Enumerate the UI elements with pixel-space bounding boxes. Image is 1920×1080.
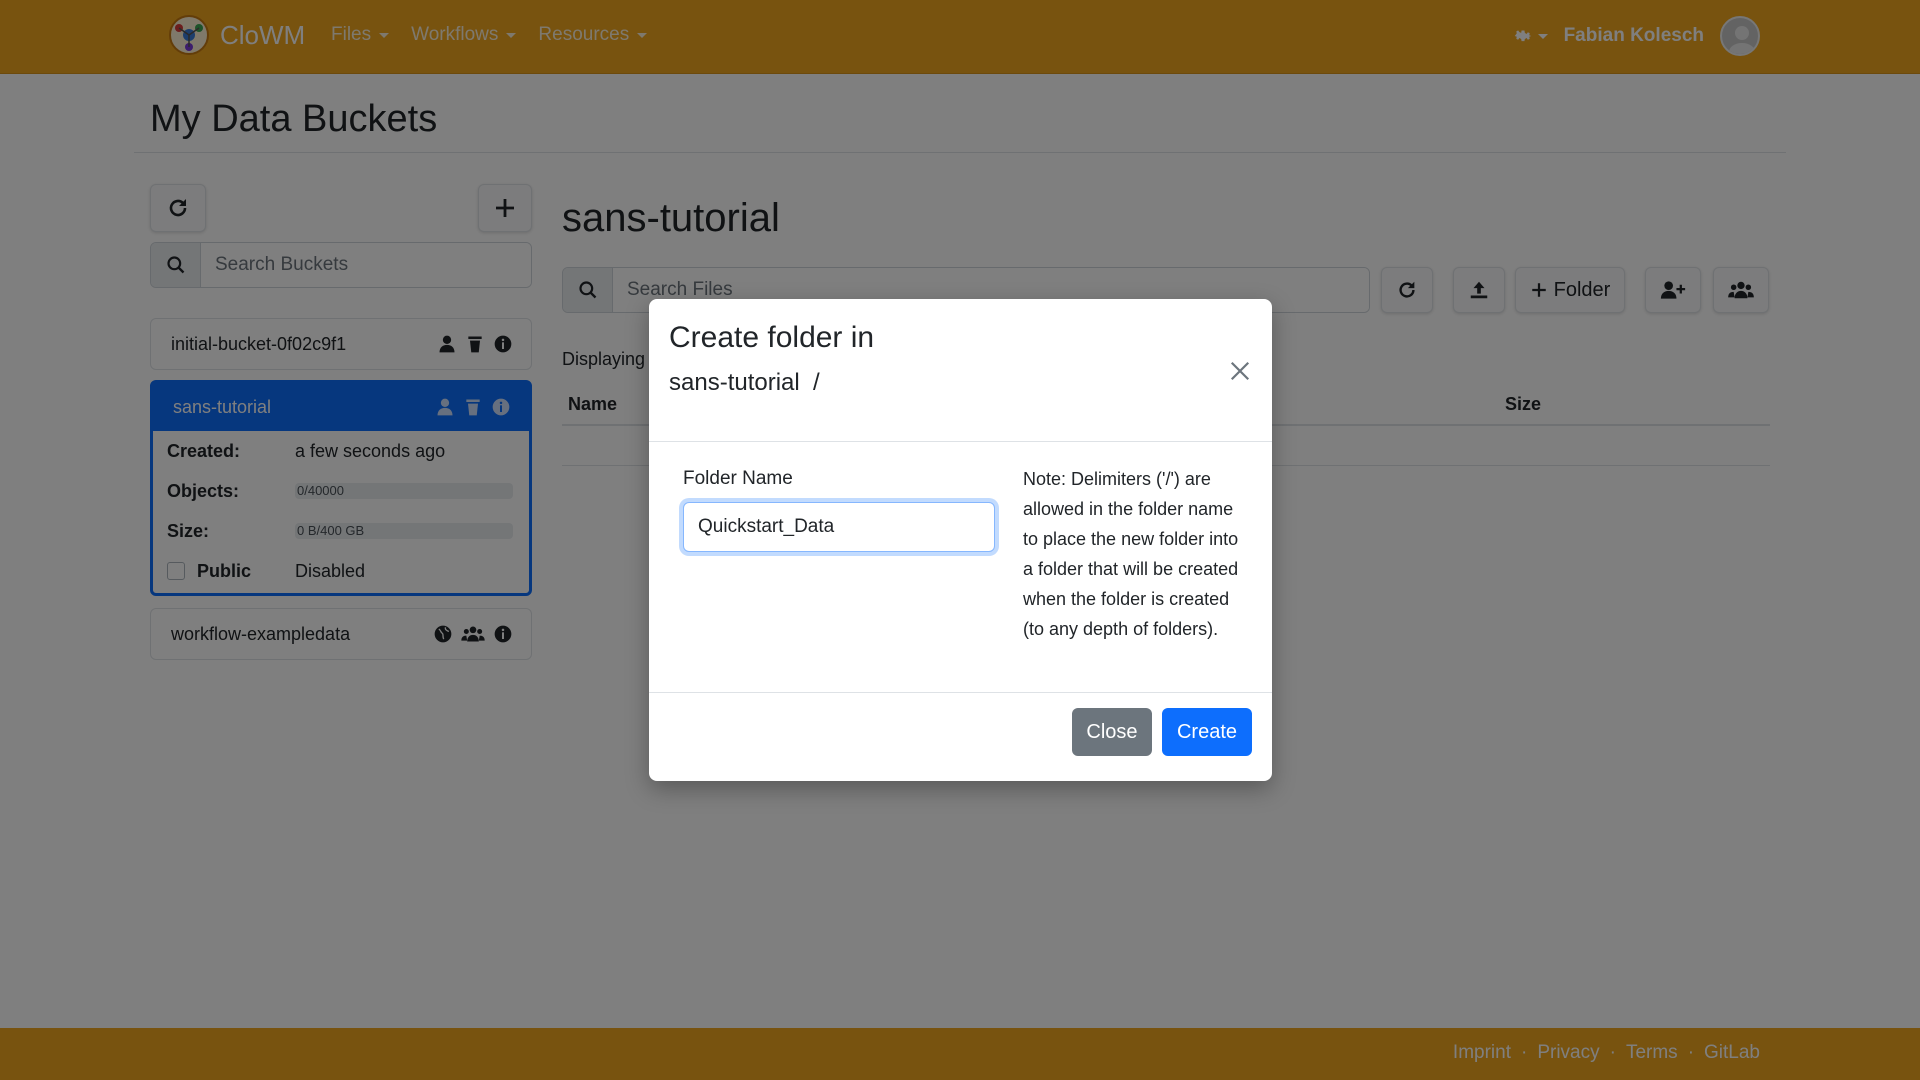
modal-path: sans-tutorial / [669,369,820,396]
create-button[interactable]: Create [1162,708,1252,756]
delimiter-note: Note: Delimiters ('/') are allowed in th… [1023,469,1239,639]
close-icon [1230,361,1250,381]
create-folder-modal: Create folder in sans-tutorial / Folder … [649,299,1272,781]
close-button[interactable]: Close [1072,708,1152,756]
folder-name-input[interactable] [683,502,995,552]
modal-footer: Close Create [649,693,1272,781]
modal-title: Create folder in [669,321,875,354]
modal-body: Folder Name Note: Delimiters ('/') are a… [649,442,1272,693]
modal-close-button[interactable] [1226,357,1254,385]
modal-header: Create folder in sans-tutorial / [649,299,1272,442]
folder-name-label: Folder Name [683,468,793,489]
